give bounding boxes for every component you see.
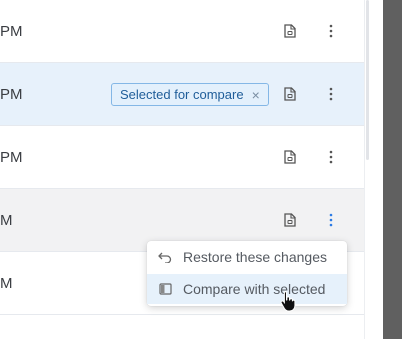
view-document-icon[interactable]: [280, 210, 300, 230]
context-menu: Restore these changes Compare with selec…: [147, 241, 347, 306]
row-time: M: [0, 212, 13, 229]
history-row[interactable]: PM: [0, 126, 364, 189]
more-options-icon-active[interactable]: [322, 210, 340, 230]
menu-item-label: Compare with selected: [183, 281, 326, 297]
remove-selection-icon[interactable]: ×: [252, 88, 260, 102]
more-options-icon[interactable]: [322, 147, 340, 167]
more-options-icon[interactable]: [322, 21, 340, 41]
view-document-icon[interactable]: [280, 84, 300, 104]
compare-panel-icon: [147, 283, 183, 295]
compare-with-selected-menu-item[interactable]: Compare with selected: [147, 274, 347, 304]
history-row[interactable]: PM: [0, 0, 364, 63]
selected-for-compare-badge: Selected for compare ×: [111, 83, 269, 106]
row-time: PM: [0, 149, 23, 166]
history-row-selected[interactable]: PM Selected for compare ×: [0, 63, 364, 126]
restore-changes-menu-item[interactable]: Restore these changes: [147, 242, 347, 272]
row-time: M: [0, 275, 13, 292]
badge-label: Selected for compare: [120, 87, 244, 102]
view-document-icon[interactable]: [280, 147, 300, 167]
menu-item-label: Restore these changes: [183, 249, 327, 265]
scrollbar-thumb[interactable]: [366, 0, 369, 160]
undo-icon: [147, 251, 183, 263]
side-panel-edge: [383, 0, 402, 339]
view-document-icon[interactable]: [280, 21, 300, 41]
row-time: PM: [0, 86, 23, 103]
hand-pointer-cursor: [280, 291, 296, 312]
more-options-icon[interactable]: [322, 84, 340, 104]
row-time: PM: [0, 23, 23, 40]
